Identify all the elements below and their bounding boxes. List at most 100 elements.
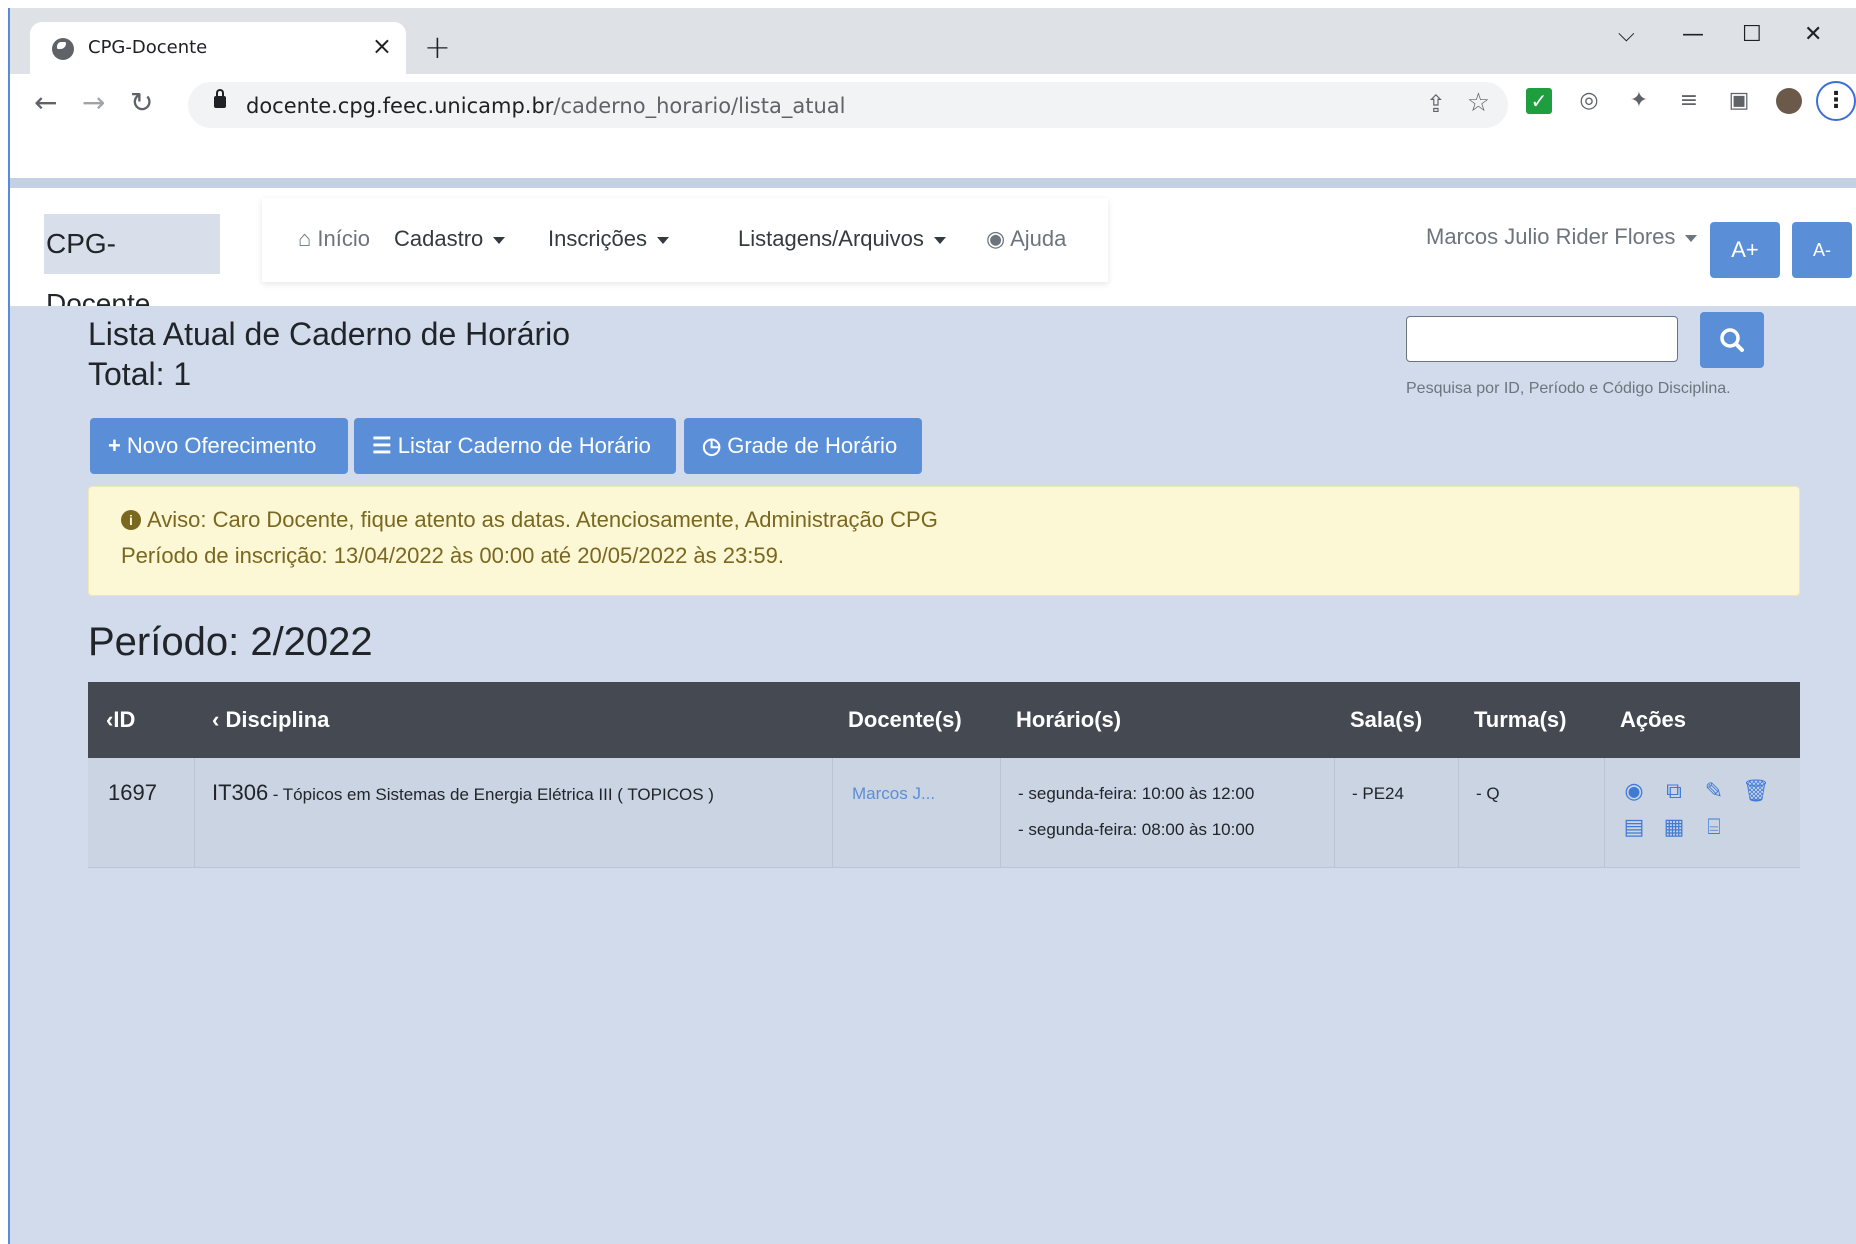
cell-turma: - Q: [1476, 784, 1500, 803]
disciplina-codigo: IT306: [212, 780, 269, 805]
th-salas: Sala(s): [1350, 707, 1423, 732]
th-acoes: Ações: [1620, 707, 1687, 732]
tab-title: CPG-Docente: [88, 37, 208, 58]
font-decrease-button[interactable]: A-: [1792, 222, 1852, 278]
extensions-puzzle-icon[interactable]: ✦: [1626, 88, 1652, 114]
extension-check-icon[interactable]: ✓: [1526, 88, 1552, 114]
user-menu[interactable]: Marcos Julio Rider Flores: [1426, 224, 1698, 250]
view-eye-icon[interactable]: ◉: [1622, 780, 1646, 804]
nav-cadastro[interactable]: Cadastro: [394, 226, 506, 252]
home-icon: ⌂: [298, 226, 312, 251]
cell-horario-2: - segunda-feira: 08:00 às 10:00: [1018, 820, 1255, 839]
url-text[interactable]: docente.cpg.feec.unicamp.br/caderno_hora…: [246, 94, 845, 118]
column-divider: [832, 758, 833, 868]
cell-docente-link[interactable]: Marcos J...: [852, 784, 935, 804]
calendar-icon[interactable]: ▦: [1662, 816, 1686, 840]
nav-listagens[interactable]: Listagens/Arquivos: [738, 226, 946, 252]
nav-inicio[interactable]: ⌂ Início: [298, 226, 370, 252]
page-title: Lista Atual de Caderno de Horário Total:…: [88, 314, 570, 394]
forward-icon[interactable]: →: [82, 86, 105, 119]
alert-line-2: Período de inscrição: 13/04/2022 às 00:0…: [121, 543, 784, 568]
main-nav: ⌂ Início Cadastro Inscrições Listagens/A…: [262, 198, 1108, 282]
column-divider: [1000, 758, 1001, 868]
copy-icon[interactable]: ⧉: [1662, 780, 1686, 804]
cell-disciplina: IT306 - Tópicos em Sistemas de Energia E…: [212, 780, 714, 806]
column-divider: [1604, 758, 1605, 868]
nav-inicio-label: Início: [317, 226, 371, 251]
minimize-icon[interactable]: —: [1682, 22, 1704, 47]
th-turmas: Turma(s): [1474, 707, 1567, 732]
list-icon: ☰: [372, 433, 392, 458]
teacher-icon[interactable]: ▤: [1622, 816, 1646, 840]
user-name: Marcos Julio Rider Flores: [1426, 224, 1676, 249]
browser-tab[interactable]: CPG-Docente ×: [30, 22, 406, 76]
disciplina-nome: - Tópicos em Sistemas de Energia Elétric…: [272, 785, 714, 804]
browser-window: CPG-Docente × + ⌵ — ☐ ✕ ← → ↻ docente.cp…: [8, 8, 1856, 1244]
warning-alert: i Aviso: Caro Docente, fique atento as da…: [88, 486, 1800, 596]
table-header: ‹ID ‹ Disciplina Docente(s) Horário(s) S…: [88, 682, 1800, 758]
tab-search-chevron-icon[interactable]: ⌵: [1618, 22, 1635, 47]
search-button[interactable]: [1700, 312, 1764, 368]
th-id-label: ID: [113, 707, 136, 732]
extension-circle-icon[interactable]: ◎: [1576, 88, 1602, 114]
periodo-heading: Período: 2/2022: [88, 620, 373, 664]
plus-icon: +: [108, 433, 121, 458]
address-bar[interactable]: docente.cpg.feec.unicamp.br/caderno_hora…: [188, 82, 1508, 128]
back-icon[interactable]: ←: [34, 86, 57, 119]
table-row: 1697 IT306 - Tópicos em Sistemas de Ener…: [88, 758, 1800, 868]
browser-menu-icon[interactable]: ⋮: [1816, 81, 1856, 121]
caret-down-icon: [933, 236, 946, 244]
th-docentes: Docente(s): [848, 707, 962, 732]
browser-toolbar: ← → ↻ docente.cpg.feec.unicamp.br/cadern…: [10, 74, 1856, 136]
th-disciplina-label: Disciplina: [225, 707, 330, 732]
th-horarios: Horário(s): [1016, 707, 1122, 732]
edit-icon[interactable]: ✎: [1702, 780, 1726, 804]
divider: [10, 178, 1856, 188]
side-panel-icon[interactable]: ▣: [1726, 88, 1752, 114]
nav-ajuda[interactable]: ◉ Ajuda: [986, 226, 1066, 252]
column-divider: [1458, 758, 1459, 868]
font-increase-button[interactable]: A+: [1710, 222, 1780, 278]
bookmark-star-icon[interactable]: ☆: [1467, 88, 1490, 118]
nav-ajuda-label: Ajuda: [1010, 226, 1067, 251]
page-content: Lista Atual de Caderno de Horário Total:…: [10, 306, 1856, 1244]
trash-icon[interactable]: 🗑: [1742, 780, 1770, 804]
url-path: /caderno_horario/lista_atual: [553, 94, 846, 118]
novo-oferecimento-button[interactable]: + Novo Oferecimento: [90, 418, 348, 474]
share-icon[interactable]: ⇪: [1426, 90, 1446, 118]
lifebuoy-icon: ◉: [986, 226, 1006, 251]
column-divider: [1334, 758, 1335, 868]
th-id[interactable]: ‹ID: [106, 707, 135, 733]
profile-avatar[interactable]: [1776, 88, 1802, 114]
clock-icon: ◷: [702, 433, 722, 458]
cell-id: 1697: [108, 780, 157, 805]
column-divider: [194, 758, 195, 868]
search-input[interactable]: [1406, 316, 1678, 362]
tab-strip: CPG-Docente × + ⌵ — ☐ ✕: [10, 8, 1856, 76]
media-control-icon[interactable]: ≡: [1676, 88, 1702, 114]
total-count: Total: 1: [88, 356, 192, 392]
nav-inscricoes-label: Inscrições: [548, 226, 648, 251]
door-icon[interactable]: ⌸: [1702, 816, 1726, 840]
cell-horario-1: - segunda-feira: 10:00 às 12:00: [1018, 784, 1255, 803]
th-disciplina[interactable]: ‹ Disciplina: [212, 707, 329, 733]
toolbar-spacer: [10, 136, 1856, 178]
new-tab-icon[interactable]: +: [424, 28, 451, 66]
globe-icon: [52, 38, 74, 60]
grade-horario-label: Grade de Horário: [727, 433, 898, 458]
nav-inscricoes[interactable]: Inscrições: [548, 226, 670, 252]
search-help-text: Pesquisa por ID, Período e Código Discip…: [1406, 380, 1731, 397]
nav-listagens-label: Listagens/Arquivos: [738, 226, 924, 251]
close-tab-icon[interactable]: ×: [372, 32, 392, 60]
chevron-left-icon: ‹: [212, 707, 220, 732]
listar-caderno-button[interactable]: ☰ Listar Caderno de Horário: [354, 418, 676, 474]
close-window-icon[interactable]: ✕: [1804, 22, 1822, 47]
reload-icon[interactable]: ↻: [130, 86, 153, 119]
page-title-text: Lista Atual de Caderno de Horário: [88, 316, 571, 352]
url-host: docente.cpg.feec.unicamp.br: [246, 94, 554, 118]
brand-logo[interactable]: CPG-Docente: [44, 214, 220, 319]
grade-horario-button[interactable]: ◷ Grade de Horário: [684, 418, 922, 474]
info-icon: i: [121, 510, 141, 530]
maximize-icon[interactable]: ☐: [1742, 22, 1762, 47]
novo-oferecimento-label: Novo Oferecimento: [126, 433, 317, 458]
